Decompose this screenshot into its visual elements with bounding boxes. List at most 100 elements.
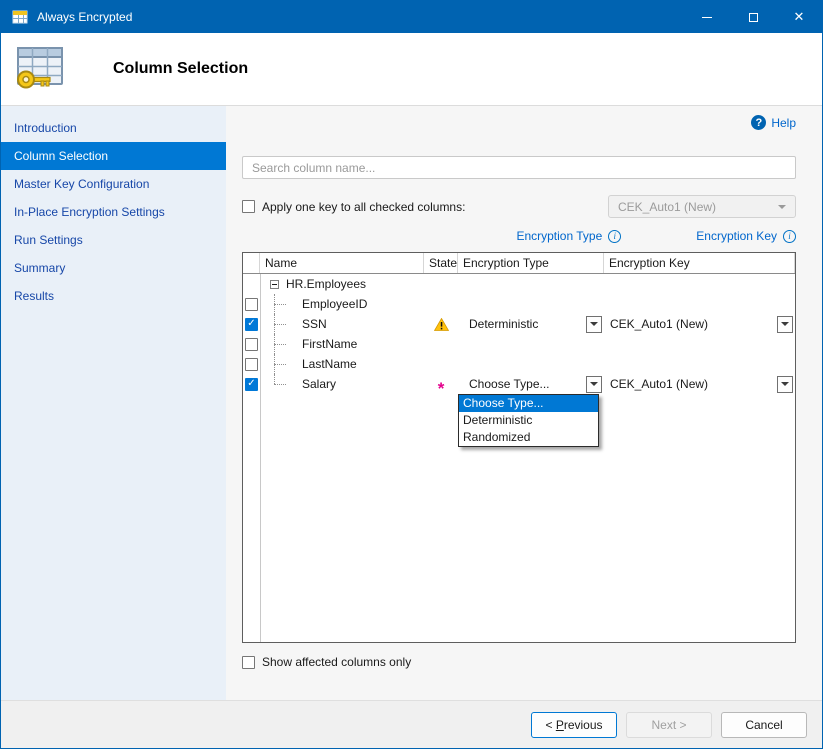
group-name: HR.Employees <box>286 277 366 291</box>
titlebar: Always Encrypted <box>1 1 822 33</box>
encryption-type-dropdown-button[interactable] <box>586 376 602 393</box>
column-help-links: Encryption Type Encryption Key <box>242 228 796 244</box>
dropdown-option-deterministic[interactable]: Deterministic <box>459 412 598 429</box>
grid-header-encryption-type: Encryption Type <box>458 253 604 273</box>
wizard-steps-sidebar: Introduction Column Selection Master Key… <box>1 106 226 700</box>
encryption-key-cell: CEK_Auto1 (New) <box>604 374 795 394</box>
employeeid-checkbox[interactable] <box>245 298 258 311</box>
page-title: Column Selection <box>113 60 248 78</box>
encryption-type-value: Choose Type... <box>469 377 586 391</box>
minimize-icon <box>702 17 712 18</box>
state-cell <box>424 314 458 334</box>
dropdown-option-choose-type[interactable]: Choose Type... <box>459 395 598 412</box>
window-title: Always Encrypted <box>37 10 132 24</box>
table-row: Salary * Choose Type... CEK_Auto1 (New) <box>243 374 795 394</box>
apply-key-row: Apply one key to all checked columns: CE… <box>242 195 796 218</box>
table-row: SSN Deterministic CEK_Auto <box>243 314 795 334</box>
table-key-icon <box>13 45 67 93</box>
sidebar-item-master-key-configuration[interactable]: Master Key Configuration <box>1 170 226 198</box>
encryption-type-cell: Choose Type... <box>458 374 604 394</box>
column-name: EmployeeID <box>302 297 367 311</box>
show-affected-option: Show affected columns only <box>242 655 796 669</box>
encryption-type-dropdown-list: Choose Type... Deterministic Randomized <box>458 394 599 447</box>
encryption-key-value: CEK_Auto1 (New) <box>610 317 777 331</box>
grid-header-name: Name <box>260 253 424 273</box>
info-icon[interactable] <box>608 230 621 243</box>
apply-key-select[interactable]: CEK_Auto1 (New) <box>608 195 796 218</box>
previous-button[interactable]: < Previous <box>531 712 617 738</box>
show-affected-checkbox[interactable] <box>242 656 255 669</box>
ssn-checkbox[interactable] <box>245 318 258 331</box>
info-icon[interactable] <box>783 230 796 243</box>
sidebar-item-results[interactable]: Results <box>1 282 226 310</box>
table-row: EmployeeID <box>243 294 795 314</box>
column-selection-panel: Help Apply one key to all checked column… <box>226 106 822 700</box>
columns-grid: Name State Encryption Type Encryption Ke… <box>242 252 796 643</box>
sidebar-item-column-selection[interactable]: Column Selection <box>1 142 226 170</box>
grid-header-state: State <box>424 253 458 273</box>
encryption-type-value: Deterministic <box>469 317 586 331</box>
close-button[interactable] <box>776 1 822 33</box>
encryption-key-link-label: Encryption Key <box>696 229 777 243</box>
lastname-checkbox[interactable] <box>245 358 258 371</box>
grid-header: Name State Encryption Type Encryption Ke… <box>243 253 795 274</box>
window-controls <box>684 1 822 33</box>
wizard-footer: < Previous Next > Cancel <box>1 700 822 748</box>
encryption-key-link[interactable]: Encryption Key <box>696 229 796 243</box>
sidebar-item-summary[interactable]: Summary <box>1 254 226 282</box>
encryption-key-dropdown-button[interactable] <box>777 316 793 333</box>
dropdown-option-randomized[interactable]: Randomized <box>459 429 598 446</box>
close-icon <box>794 9 805 25</box>
table-group-row: HR.Employees <box>243 274 795 294</box>
next-button[interactable]: Next > <box>626 712 712 738</box>
always-encrypted-window: Always Encrypted Column Selectio <box>0 0 823 749</box>
grid-header-checkbox-gutter <box>243 253 260 273</box>
table-row: LastName <box>243 354 795 374</box>
warning-icon <box>434 318 449 331</box>
wizard-header: Column Selection <box>1 33 822 105</box>
encryption-type-dropdown-button[interactable] <box>586 316 602 333</box>
firstname-checkbox[interactable] <box>245 338 258 351</box>
column-name: Salary <box>302 377 336 391</box>
sidebar-item-introduction[interactable]: Introduction <box>1 114 226 142</box>
tree-collapse-icon[interactable] <box>270 280 279 289</box>
column-name-cell: FirstName <box>260 334 424 354</box>
sidebar-item-run-settings[interactable]: Run Settings <box>1 226 226 254</box>
maximize-icon <box>749 13 758 22</box>
state-cell: * <box>424 374 458 394</box>
minimize-button[interactable] <box>684 1 730 33</box>
column-name: SSN <box>302 317 327 331</box>
chevron-down-icon <box>778 205 786 209</box>
chevron-down-icon <box>781 382 789 386</box>
encryption-key-value: CEK_Auto1 (New) <box>610 377 777 391</box>
encryption-type-cell: Deterministic <box>458 314 604 334</box>
show-affected-label: Show affected columns only <box>262 655 411 669</box>
required-asterisk-icon: * <box>438 380 445 397</box>
column-name-cell: LastName <box>260 354 424 374</box>
salary-checkbox[interactable] <box>245 378 258 391</box>
grid-header-encryption-key: Encryption Key <box>604 253 795 273</box>
apply-key-value: CEK_Auto1 (New) <box>618 200 778 214</box>
cancel-button[interactable]: Cancel <box>721 712 807 738</box>
maximize-button[interactable] <box>730 1 776 33</box>
previous-rest: revious <box>564 718 603 732</box>
chevron-down-icon <box>781 322 789 326</box>
encryption-type-link-label: Encryption Type <box>516 229 602 243</box>
encryption-key-dropdown-button[interactable] <box>777 376 793 393</box>
encryption-key-cell: CEK_Auto1 (New) <box>604 314 795 334</box>
previous-accelerator: P <box>556 718 564 732</box>
search-input[interactable] <box>242 156 796 179</box>
app-icon <box>12 9 28 25</box>
table-row: FirstName <box>243 334 795 354</box>
chevron-down-icon <box>590 322 598 326</box>
sidebar-item-in-place-encryption-settings[interactable]: In-Place Encryption Settings <box>1 198 226 226</box>
apply-key-checkbox[interactable] <box>242 200 255 213</box>
help-link[interactable]: Help <box>751 115 796 130</box>
group-name-cell: HR.Employees <box>260 274 424 294</box>
apply-key-label: Apply one key to all checked columns: <box>262 200 465 214</box>
column-name-cell: SSN <box>260 314 424 334</box>
help-label: Help <box>771 116 796 130</box>
chevron-down-icon <box>590 382 598 386</box>
encryption-type-link[interactable]: Encryption Type <box>516 229 621 243</box>
column-name: FirstName <box>302 337 357 351</box>
